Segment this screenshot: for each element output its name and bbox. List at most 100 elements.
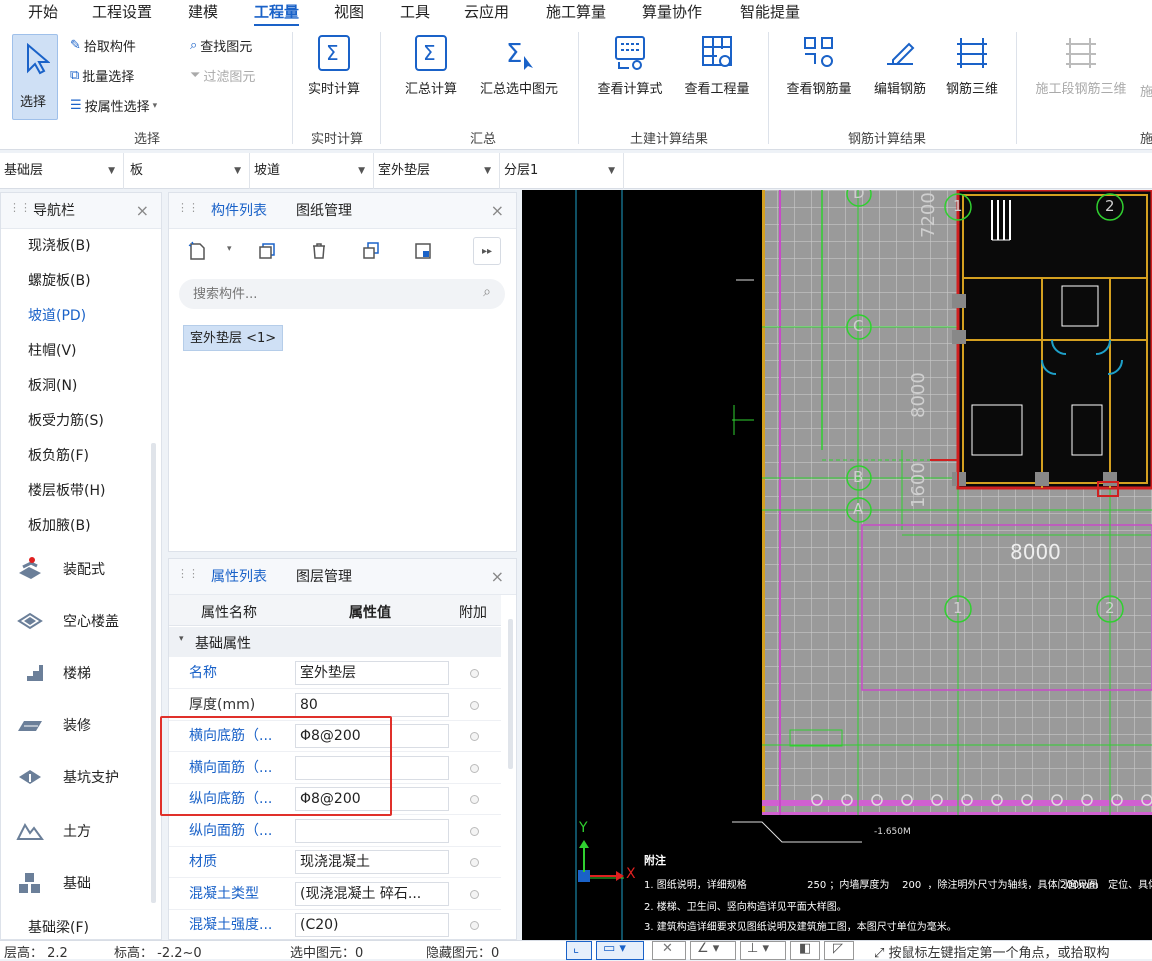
extra-checkbox[interactable] [470,732,479,741]
summary-calc-button[interactable]: Σ 汇总计算 [398,34,464,97]
nav-item[interactable]: 板洞(N) [1,369,149,404]
property-value-field[interactable]: (C20) [295,913,449,937]
search-input[interactable] [193,284,463,304]
property-value-field[interactable]: (现浇混凝土 碎石... [295,881,449,906]
subtype-select[interactable]: 坡道 ▼ [250,153,374,189]
extra-checkbox[interactable] [470,921,479,930]
menu-cloud[interactable]: 云应用 [464,0,509,26]
group-realtime-label: 实时计算 [311,132,364,147]
cad-canvas[interactable]: 7200 8000 1600 8000 D C B A 1 2 1 2 -1.6… [522,190,1152,940]
extra-checkbox[interactable] [470,763,479,773]
nav-category[interactable]: 土方 [15,811,91,851]
nav-category[interactable]: 楼梯 [15,653,91,693]
tab-property-list[interactable]: 属性列表 [211,559,267,595]
copy-to-floor-icon[interactable] [357,237,385,265]
angle-button[interactable]: ∠ ▾ [690,941,736,960]
ortho-button[interactable]: ⊥ ▾ [740,941,786,960]
nav-item[interactable]: 现浇板(B) [1,229,149,264]
nav-item[interactable]: 柱帽(V) [1,334,149,369]
extra-checkbox[interactable] [470,669,479,678]
extra-checkbox[interactable] [470,858,479,867]
nav-scrollbar[interactable] [151,443,156,903]
menu-smart[interactable]: 智能提量 [740,0,800,26]
save-icon[interactable] [409,237,437,265]
view-formula-button[interactable]: 查看计算式 [590,34,670,97]
copy-icon[interactable] [253,237,281,265]
grip-icon[interactable]: ⋮⋮ [9,202,31,217]
filter-element-button: ⏷ 过滤图元 [190,68,256,85]
layer-select[interactable]: 分层1 ▼ [500,153,624,189]
batch-select-button[interactable]: ⧉ 批量选择 [70,66,134,85]
nav-category[interactable]: 空心楼盖 [15,601,119,641]
nav-item-selected[interactable]: 坡道(PD) [1,299,149,334]
view-quantity-button[interactable]: 查看工程量 [678,34,756,97]
nav-category[interactable]: 基坑支护 [15,757,119,797]
pointer-button[interactable]: ◸ [824,941,854,960]
note-title: 附注 [644,854,666,867]
dimension-label: 1600 [908,462,929,508]
x-axis-label: X [626,866,636,882]
summary-selected-button[interactable]: Σ 汇总选中图元 [472,34,566,97]
menu-view[interactable]: 视图 [334,0,364,26]
more-icon[interactable]: ▸▸ [473,237,501,265]
prefab-icon [19,557,41,579]
menu-start[interactable]: 开始 [28,0,58,26]
property-value-field[interactable] [295,818,449,843]
property-section[interactable]: ▾ 基础属性 [169,627,501,657]
close-icon[interactable]: × [136,193,149,229]
property-value-field[interactable]: 现浇混凝土 [295,850,449,874]
extra-checkbox[interactable] [470,795,479,804]
extra-checkbox[interactable] [470,700,479,710]
component-select[interactable]: 室外垫层 ▼ [374,153,500,189]
select-by-property-button[interactable]: ☰ 按属性选择 ▾ [70,96,157,115]
type-select[interactable]: 板 ▼ [126,153,250,189]
extra-checkbox[interactable] [470,889,479,899]
nav-item[interactable]: 螺旋板(B) [1,264,149,299]
property-value-field[interactable]: 室外垫层 [295,661,449,685]
extra-checkbox[interactable] [470,826,479,836]
nav-category[interactable]: 装配式 [15,549,105,589]
property-value-field[interactable]: 80 [295,692,449,717]
view-rebar-button[interactable]: 查看钢筋量 [780,34,858,97]
rect-select-button[interactable]: ▭ ▾ [596,941,644,960]
sigma-icon: Σ [318,35,350,71]
chevron-down-icon: ▼ [358,166,365,176]
find-element-button[interactable]: ⌕ 查找图元 [190,36,252,55]
tab-layer-manage[interactable]: 图层管理 [296,559,352,595]
menu-construction[interactable]: 施工算量 [546,0,606,26]
component-item-selected[interactable]: 室外垫层 <1> [183,325,284,351]
property-scrollbar[interactable] [508,619,513,769]
rebar-3d-button[interactable]: 钢筋三维 [940,34,1004,97]
floor-select[interactable]: 基础层 ▼ [0,153,124,189]
close-icon[interactable]: × [491,559,504,595]
grip-icon[interactable]: ⋮⋮ [177,568,199,583]
menu-tools[interactable]: 工具 [400,0,430,26]
menu-modeling[interactable]: 建模 [188,0,218,26]
nav-item[interactable]: 板加腋(B) [1,509,149,544]
window-button[interactable]: ◧ [790,941,820,960]
menu-project-settings[interactable]: 工程设置 [92,0,152,26]
nav-item[interactable]: 楼层板带(H) [1,474,149,509]
select-button[interactable]: 选择 [12,34,58,120]
search-icon[interactable]: ⌕ [483,284,491,300]
edit-rebar-button[interactable]: 编辑钢筋 [866,34,934,97]
snap-pointer-button[interactable]: ⌞ [566,941,592,960]
tab-component-list[interactable]: 构件列表 [211,193,267,229]
menu-collab[interactable]: 算量协作 [642,0,702,26]
divider [292,32,293,144]
cross-button[interactable]: ✕ [652,941,686,960]
menu-quantity[interactable]: 工程量 [254,0,300,26]
nav-item[interactable]: 板受力筋(S) [1,404,149,439]
new-component-icon[interactable] [183,237,211,265]
nav-item[interactable]: 板负筋(F) [1,439,149,474]
tab-drawing-manage[interactable]: 图纸管理 [296,193,352,229]
delete-icon[interactable] [305,237,333,265]
nav-category[interactable]: 基础 [15,863,91,903]
grip-icon[interactable]: ⋮⋮ [177,202,199,217]
chevron-down-icon[interactable]: ▾ [227,244,232,254]
close-icon[interactable]: × [491,193,504,229]
pick-component-button[interactable]: ✎ 拾取构件 [70,36,136,55]
realtime-calc-button[interactable]: Σ 实时计算 [302,34,366,97]
divider [578,32,579,144]
nav-category[interactable]: 装修 [15,705,91,745]
